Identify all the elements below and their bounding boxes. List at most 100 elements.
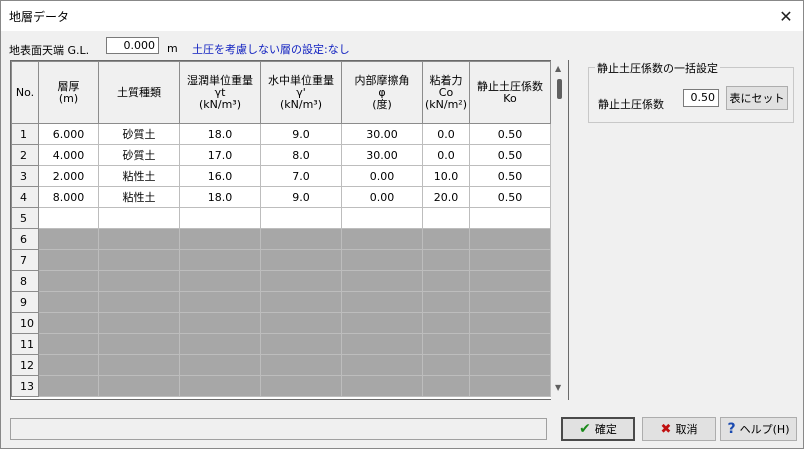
table-cell[interactable]: [38, 312, 99, 334]
cancel-button[interactable]: ✖ 取消: [642, 417, 716, 441]
table-cell[interactable]: [179, 375, 261, 397]
table-cell[interactable]: 0.50: [469, 165, 551, 187]
table-cell[interactable]: [469, 249, 551, 271]
table-cell[interactable]: [422, 249, 470, 271]
table-cell[interactable]: [38, 375, 99, 397]
table-cell[interactable]: [422, 291, 470, 313]
table-cell[interactable]: [38, 354, 99, 376]
table-cell[interactable]: [341, 249, 423, 271]
table-cell[interactable]: 砂質土: [98, 144, 180, 166]
table-cell[interactable]: [38, 270, 99, 292]
table-cell[interactable]: [179, 354, 261, 376]
table-cell[interactable]: [179, 249, 261, 271]
table-cell[interactable]: 10.0: [422, 165, 470, 187]
scroll-up-icon[interactable]: ▲: [555, 64, 561, 73]
table-cell[interactable]: 粘性土: [98, 165, 180, 187]
table-cell[interactable]: 20.0: [422, 186, 470, 208]
table-cell[interactable]: [179, 270, 261, 292]
table-cell[interactable]: [98, 249, 180, 271]
table-cell[interactable]: [38, 291, 99, 313]
table-cell[interactable]: 2.000: [38, 165, 99, 187]
table-cell[interactable]: [341, 291, 423, 313]
table-cell[interactable]: [38, 249, 99, 271]
table-cell[interactable]: 30.00: [341, 144, 423, 166]
table-cell[interactable]: [38, 207, 99, 229]
table-cell[interactable]: [469, 291, 551, 313]
close-icon[interactable]: ✕: [775, 5, 797, 27]
table-cell[interactable]: [260, 270, 342, 292]
table-cell[interactable]: [260, 291, 342, 313]
table-cell[interactable]: [260, 312, 342, 334]
table-cell[interactable]: 0.50: [469, 144, 551, 166]
table-cell[interactable]: [38, 228, 99, 250]
scroll-thumb[interactable]: [557, 79, 562, 99]
table-cell[interactable]: 16.0: [179, 165, 261, 187]
table-cell[interactable]: [469, 312, 551, 334]
table-cell[interactable]: [341, 270, 423, 292]
table-cell[interactable]: [98, 354, 180, 376]
table-cell[interactable]: 0.0: [422, 144, 470, 166]
table-cell[interactable]: 6.000: [38, 123, 99, 145]
table-cell[interactable]: [341, 375, 423, 397]
table-cell[interactable]: [260, 249, 342, 271]
table-cell[interactable]: [260, 333, 342, 355]
table-cell[interactable]: 4.000: [38, 144, 99, 166]
table-cell[interactable]: [260, 354, 342, 376]
table-cell[interactable]: [341, 354, 423, 376]
table-cell[interactable]: [422, 333, 470, 355]
table-cell[interactable]: [469, 228, 551, 250]
table-cell[interactable]: 8.000: [38, 186, 99, 208]
table-cell[interactable]: [98, 333, 180, 355]
table-cell[interactable]: [422, 270, 470, 292]
table-cell[interactable]: [179, 333, 261, 355]
table-cell[interactable]: [422, 312, 470, 334]
table-cell[interactable]: [260, 228, 342, 250]
set-to-table-button[interactable]: 表にセット: [726, 86, 788, 110]
table-cell[interactable]: 8.0: [260, 144, 342, 166]
table-cell[interactable]: [98, 270, 180, 292]
table-cell[interactable]: [179, 312, 261, 334]
table-cell[interactable]: [341, 207, 423, 229]
table-cell[interactable]: 0.00: [341, 165, 423, 187]
table-cell[interactable]: [98, 207, 180, 229]
table-cell[interactable]: 30.00: [341, 123, 423, 145]
table-cell[interactable]: [179, 291, 261, 313]
table-cell[interactable]: 7.0: [260, 165, 342, 187]
table-cell[interactable]: [422, 228, 470, 250]
table-cell[interactable]: 17.0: [179, 144, 261, 166]
help-button[interactable]: ? ヘルプ(H): [720, 417, 797, 441]
table-cell[interactable]: [469, 207, 551, 229]
table-cell[interactable]: 0.00: [341, 186, 423, 208]
table-cell[interactable]: 18.0: [179, 123, 261, 145]
table-cell[interactable]: [422, 375, 470, 397]
table-cell[interactable]: [98, 291, 180, 313]
table-cell[interactable]: [469, 375, 551, 397]
table-cell[interactable]: [98, 312, 180, 334]
table-cell[interactable]: 9.0: [260, 123, 342, 145]
table-cell[interactable]: 0.50: [469, 123, 551, 145]
table-cell[interactable]: 0.0: [422, 123, 470, 145]
table-cell[interactable]: [469, 270, 551, 292]
scroll-down-icon[interactable]: ▼: [555, 383, 561, 392]
table-cell[interactable]: [341, 228, 423, 250]
layer-grid[interactable]: No. 層厚 (m) 土質種類 湿潤単位重量 γt (kN/m³) 水中単位重量 γ' (kN/m…: [10, 60, 569, 400]
table-cell[interactable]: [98, 375, 180, 397]
k0-input[interactable]: 0.50: [683, 89, 719, 107]
table-cell[interactable]: 18.0: [179, 186, 261, 208]
table-cell[interactable]: 砂質土: [98, 123, 180, 145]
earth-pressure-setting-link[interactable]: 土圧を考慮しない層の設定:なし: [192, 41, 350, 57]
table-cell[interactable]: [260, 375, 342, 397]
table-cell[interactable]: [98, 228, 180, 250]
table-cell[interactable]: [179, 207, 261, 229]
table-cell[interactable]: 粘性土: [98, 186, 180, 208]
table-cell[interactable]: [341, 312, 423, 334]
table-cell[interactable]: [179, 228, 261, 250]
table-cell[interactable]: [422, 354, 470, 376]
grid-scrollbar[interactable]: ▲ ▼: [551, 60, 568, 400]
table-cell[interactable]: [469, 354, 551, 376]
table-cell[interactable]: [469, 333, 551, 355]
surface-level-input[interactable]: 0.000: [106, 37, 159, 54]
table-cell[interactable]: [38, 333, 99, 355]
table-cell[interactable]: [260, 207, 342, 229]
ok-button[interactable]: ✔ 確定: [561, 417, 635, 441]
